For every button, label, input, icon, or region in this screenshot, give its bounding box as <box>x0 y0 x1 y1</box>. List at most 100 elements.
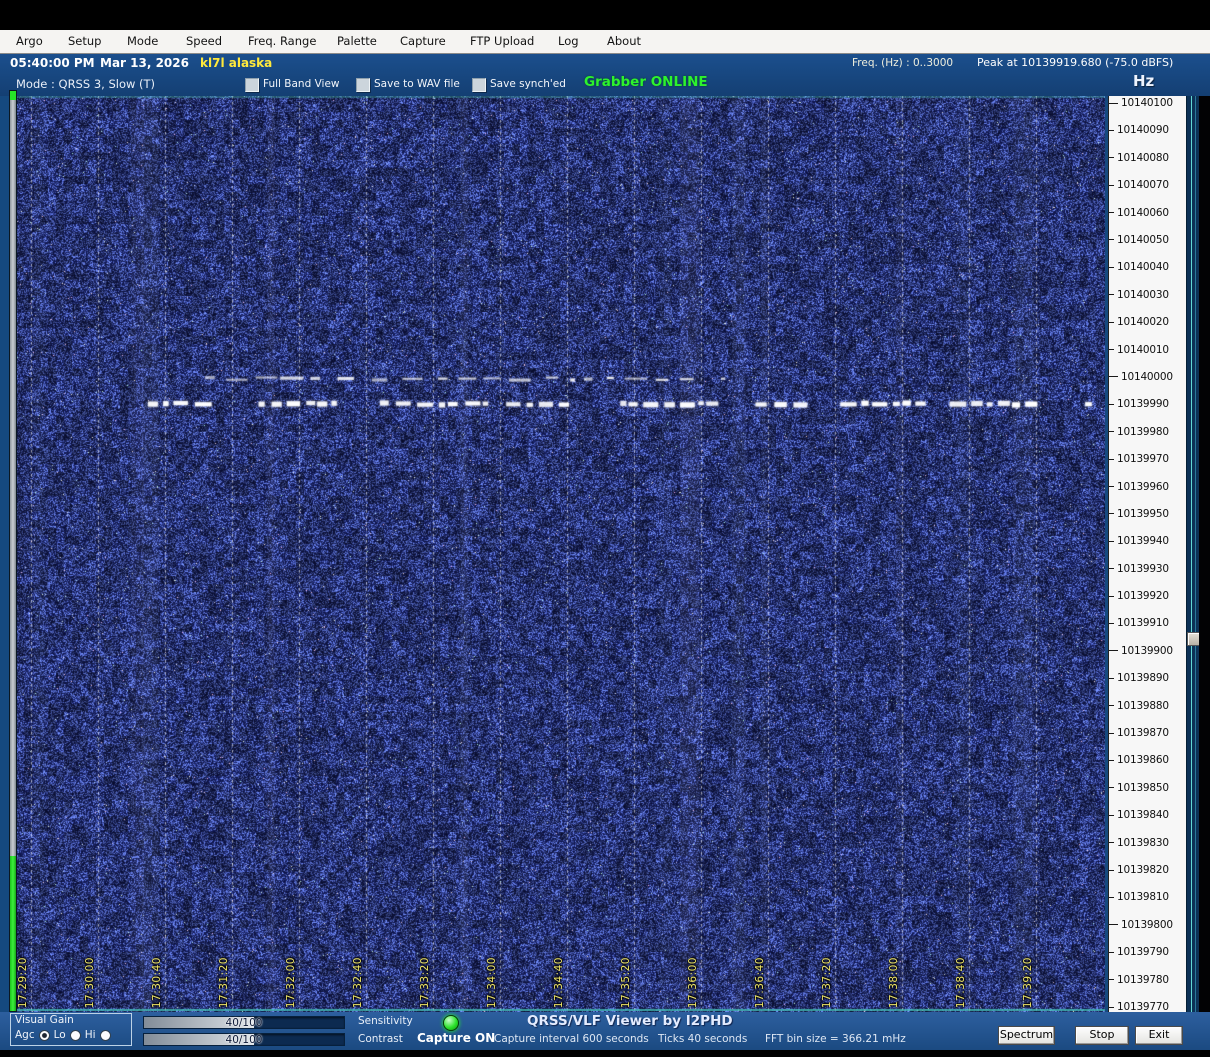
checkbox-label-save-synch-ed: Save synch'ed <box>490 78 566 90</box>
menu-item-palette[interactable]: Palette <box>337 34 377 48</box>
menu-item-mode[interactable]: Mode <box>127 34 158 48</box>
freq-scale-label: 10140010 <box>1117 343 1169 356</box>
freq-tick-mark <box>1109 157 1114 159</box>
freq-scale-label: 10139840 <box>1117 809 1169 822</box>
freq-tick-mark <box>1109 129 1114 131</box>
freq-scale-label: 10140050 <box>1117 233 1169 246</box>
checkbox-save-synch-ed[interactable] <box>472 78 486 92</box>
freq-tick-mark <box>1109 1006 1114 1008</box>
sensitivity-slider[interactable]: 40/100 <box>143 1016 345 1029</box>
frequency-scrollbar[interactable] <box>1186 96 1200 1012</box>
waterfall-spectrogram[interactable] <box>16 96 1105 1012</box>
freq-scale-row: 10140000 <box>1109 371 1173 383</box>
freq-tick-mark <box>1109 458 1114 460</box>
freq-tick-mark <box>1109 431 1114 433</box>
menu-item-speed[interactable]: Speed <box>186 34 222 48</box>
menu-item-capture[interactable]: Capture <box>400 34 446 48</box>
freq-scale-row: 10139990 <box>1109 398 1169 410</box>
time-tick-label: 17:31:20 <box>218 956 230 1008</box>
spectrum-button[interactable]: Spectrum <box>998 1026 1055 1045</box>
freq-tick-mark <box>1109 349 1114 351</box>
checkbox-full-band-view[interactable] <box>245 78 259 92</box>
checkbox-save-to-wav-file[interactable] <box>356 78 370 92</box>
window-top-strip <box>0 0 1210 30</box>
freq-scale-label: 10139960 <box>1117 480 1169 493</box>
menu-item-log[interactable]: Log <box>558 34 579 48</box>
time-tick-label: 17:32:00 <box>285 956 297 1008</box>
freq-scale-row: 10139820 <box>1109 864 1169 876</box>
freq-scale-row: 10139830 <box>1109 837 1169 849</box>
freq-scale-label: 10140100 <box>1121 97 1173 109</box>
freq-tick-mark <box>1109 513 1114 515</box>
freq-scale-row: 10140100 <box>1109 97 1173 109</box>
time-tick-label: 17:30:40 <box>151 956 163 1008</box>
menu-bar: Argo Setup Mode Speed Freq. Range Palette Capt… <box>0 30 1210 54</box>
freq-scale-row: 10139910 <box>1109 617 1169 629</box>
checkbox-label-full-band-view: Full Band View <box>263 78 340 90</box>
freq-scale-row: 10139880 <box>1109 700 1169 712</box>
stop-button[interactable]: Stop <box>1075 1026 1129 1045</box>
freq-range-readout: Freq. (Hz) : 0..3000 <box>852 57 954 69</box>
progress-fill <box>10 856 16 1011</box>
freq-scale-row: 10139790 <box>1109 946 1169 958</box>
freq-tick-mark <box>1109 568 1114 570</box>
freq-tick-mark <box>1109 677 1114 679</box>
freq-tick-mark <box>1109 212 1114 214</box>
time-tick-label: 17:36:00 <box>687 956 699 1008</box>
freq-scale-label: 10139910 <box>1117 617 1169 630</box>
radio-hi[interactable] <box>99 1029 111 1041</box>
window-right-strip <box>1199 96 1210 1012</box>
menu-item-freq-range[interactable]: Freq. Range <box>248 34 316 48</box>
menu-item-about[interactable]: About <box>607 34 641 48</box>
radio-agc[interactable] <box>38 1029 50 1041</box>
freq-scale-label: 10140040 <box>1117 261 1169 274</box>
freq-scale-label: 10140080 <box>1117 151 1169 164</box>
contrast-slider[interactable]: 40/100 <box>143 1033 345 1046</box>
main-area: 17:29:20 17:30:00 17:30:40 17:31:20 17:32:00… <box>0 90 1210 1013</box>
freq-scale-label: 10139990 <box>1117 398 1169 411</box>
freq-scale-row: 10139890 <box>1109 672 1169 684</box>
time-tick-label: 17:38:00 <box>888 956 900 1008</box>
freq-scale-row: 10139930 <box>1109 563 1169 575</box>
freq-tick-mark <box>1109 759 1114 761</box>
progress-top-cap <box>10 91 16 100</box>
freq-tick-mark <box>1109 595 1114 597</box>
freq-scale-row: 10139980 <box>1109 426 1169 438</box>
header-bar: 05:40:00 PM Mar 13, 2026 kl7l alaska Fre… <box>0 54 1210 96</box>
freq-scale-label: 10139830 <box>1117 836 1169 849</box>
freq-scale-row: 10139920 <box>1109 590 1169 602</box>
contrast-value: 40/100 <box>225 1034 263 1046</box>
freq-scale-row: 10140090 <box>1109 124 1169 136</box>
freq-tick-mark <box>1109 239 1114 241</box>
control-bar: Visual Gain Agc Lo Hi 40/100 40/100 Sensit… <box>0 1012 1210 1050</box>
freq-scale-label: 10140060 <box>1117 206 1169 219</box>
freq-scale-row: 10139870 <box>1109 727 1169 739</box>
freq-scale-label: 10139970 <box>1117 453 1169 466</box>
freq-scale-row: 10139810 <box>1109 891 1169 903</box>
freq-scale-label: 10139930 <box>1117 562 1169 575</box>
freq-tick-mark <box>1109 979 1114 981</box>
freq-tick-mark <box>1109 924 1118 926</box>
menu-item-setup[interactable]: Setup <box>68 34 101 48</box>
radio-lo[interactable] <box>69 1029 81 1041</box>
checkbox-label-save-to-wav-file: Save to WAV file <box>374 78 460 90</box>
clock-time: 05:40:00 PM <box>10 56 95 70</box>
menu-item-argo[interactable]: Argo <box>16 34 43 48</box>
time-tick-label: 17:36:40 <box>754 956 766 1008</box>
exit-button[interactable]: Exit <box>1135 1026 1183 1045</box>
freq-scale-row: 10139950 <box>1109 508 1169 520</box>
time-tick-label: 17:32:40 <box>352 956 364 1008</box>
freq-scale-row: 10139960 <box>1109 481 1169 493</box>
time-tick-label: 17:33:20 <box>419 956 431 1008</box>
menu-item-ftp-upload[interactable]: FTP Upload <box>470 34 534 48</box>
freq-scale-row: 10140020 <box>1109 316 1169 328</box>
freq-scale-label: 10140090 <box>1117 124 1169 137</box>
freq-tick-mark <box>1109 102 1118 104</box>
time-tick-label: 17:34:00 <box>486 956 498 1008</box>
freq-scale-label: 10140020 <box>1117 316 1169 329</box>
freq-scale-row: 10139970 <box>1109 453 1169 465</box>
freq-scale-row: 10140030 <box>1109 289 1169 301</box>
capture-progress-bar <box>9 90 17 1012</box>
time-tick-label: 17:38:40 <box>955 956 967 1008</box>
time-tick-label: 17:29:20 <box>17 956 29 1008</box>
